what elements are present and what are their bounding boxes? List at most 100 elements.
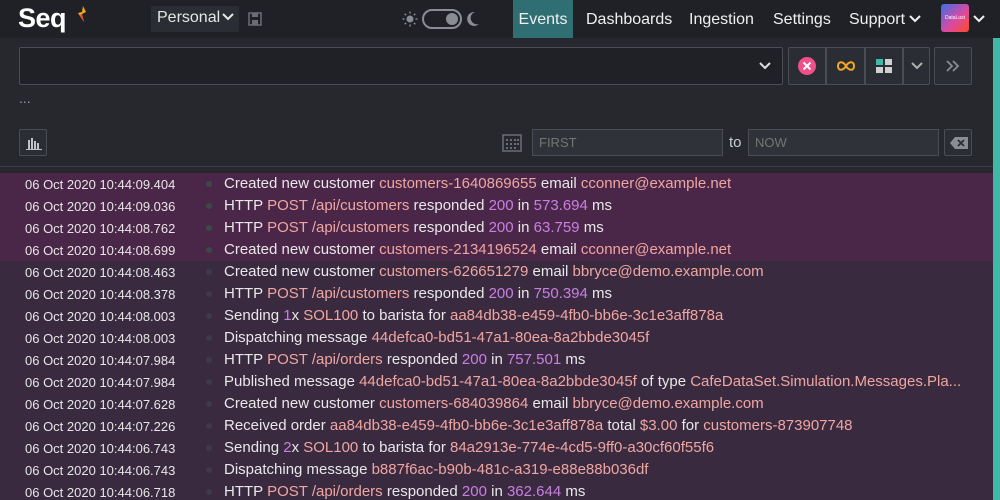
event-property[interactable]: 200 (489, 285, 514, 302)
event-property[interactable]: customers-684039864 (379, 395, 528, 412)
event-property[interactable]: /api/customers (312, 285, 410, 302)
event-property[interactable]: customers-2134196524 (379, 241, 537, 258)
event-message: HTTP POST /api/orders responded 200 in 3… (224, 483, 972, 500)
level-indicator-icon (206, 335, 212, 341)
event-property[interactable]: 200 (462, 351, 487, 368)
chevron-down-icon[interactable] (972, 12, 986, 26)
tail-button[interactable] (826, 47, 865, 85)
event-row[interactable]: 06 Oct 2020 10:44:07.984 Published messag… (0, 371, 993, 393)
toggle-knob (446, 13, 458, 25)
workspace-selector[interactable]: Personal (151, 6, 239, 32)
event-message: Published message 44defca0-bd51-47a1-80e… (224, 373, 972, 390)
histogram-button[interactable] (19, 129, 47, 156)
event-property[interactable]: 84a2913e-774e-4cd5-9ff0-a30cf60f55f6 (450, 439, 714, 456)
event-text: in (486, 483, 507, 500)
event-property[interactable]: 1 (283, 307, 291, 324)
event-property[interactable]: aa84db38-e459-4fb0-bb6e-3c1e3aff878a (450, 307, 723, 324)
filter-box[interactable] (19, 47, 783, 85)
nav-events[interactable]: Events (513, 0, 573, 38)
layout-button[interactable] (865, 47, 903, 85)
event-property[interactable]: aa84db38-e459-4fb0-bb6e-3c1e3aff878a (330, 417, 603, 434)
event-property[interactable]: /api/customers (312, 219, 410, 236)
event-property[interactable]: 200 (462, 483, 487, 500)
event-text: Dispatching message (224, 329, 372, 346)
event-property[interactable]: bbryce@demo.example.com (573, 395, 764, 412)
avatar[interactable]: DataLust (941, 4, 969, 32)
event-property[interactable]: 2 (283, 439, 291, 456)
nav-support[interactable]: Support (849, 0, 922, 38)
event-property[interactable]: 63.759 (534, 219, 580, 236)
event-text: ms (587, 285, 613, 302)
bar-chart-icon (26, 138, 42, 150)
event-property[interactable]: 200 (489, 197, 514, 214)
nav-dashboards[interactable]: Dashboards (586, 0, 672, 38)
event-row[interactable]: 06 Oct 2020 10:44:06.743 Sending 2x SOL10… (0, 437, 993, 459)
event-property[interactable]: customers-1640869655 (379, 175, 537, 192)
event-row[interactable]: 06 Oct 2020 10:44:06.743 Dispatching mess… (0, 459, 993, 481)
event-timestamp: 06 Oct 2020 10:44:08.463 (25, 265, 176, 280)
more-options[interactable]: ... (19, 90, 31, 106)
event-property[interactable]: 362.644 (507, 483, 561, 500)
event-row[interactable]: 06 Oct 2020 10:44:08.003 Sending 1x SOL10… (0, 305, 993, 327)
event-row[interactable]: 06 Oct 2020 10:44:07.628 Created new cust… (0, 393, 993, 415)
divider (0, 166, 993, 167)
event-property[interactable]: /api/orders (312, 351, 383, 368)
range-to-input[interactable] (748, 129, 939, 156)
expand-panel-button[interactable] (934, 47, 972, 85)
event-property[interactable]: 750.394 (534, 285, 588, 302)
event-property[interactable]: 573.694 (534, 197, 588, 214)
event-row[interactable]: 06 Oct 2020 10:44:08.378 HTTP POST /api/c… (0, 283, 993, 305)
event-row[interactable]: 06 Oct 2020 10:44:06.718 HTTP POST /api/o… (0, 481, 993, 500)
nav-support-label: Support (849, 11, 906, 28)
event-property[interactable]: CafeDataSet.Simulation.Messages.Pla... (690, 373, 961, 390)
event-property[interactable]: customers-626651279 (379, 263, 528, 280)
event-row[interactable]: 06 Oct 2020 10:44:09.036 HTTP POST /api/c… (0, 195, 993, 217)
scrollbar[interactable] (993, 38, 1000, 500)
event-property[interactable]: /api/customers (312, 197, 410, 214)
event-text: total (603, 417, 640, 434)
nav-ingestion[interactable]: Ingestion (689, 0, 754, 38)
event-property[interactable]: SOL100 (303, 439, 358, 456)
clear-range-button[interactable] (944, 129, 972, 156)
event-row[interactable]: 06 Oct 2020 10:44:08.699 Created new cust… (0, 239, 993, 261)
event-row[interactable]: 06 Oct 2020 10:44:08.463 Created new cust… (0, 261, 993, 283)
event-property[interactable]: 44defca0-bd51-47a1-80ea-8a2bbde3045f (372, 329, 650, 346)
event-row[interactable]: 06 Oct 2020 10:44:07.226 Received order a… (0, 415, 993, 437)
event-text: to barista for (358, 307, 450, 324)
nav-settings[interactable]: Settings (773, 0, 831, 38)
event-timestamp: 06 Oct 2020 10:44:09.404 (25, 177, 176, 192)
event-property[interactable]: POST (267, 197, 308, 214)
event-text: HTTP (224, 285, 268, 302)
event-property[interactable]: $3.00 (640, 417, 678, 434)
event-property[interactable]: customers-873907748 (703, 417, 852, 434)
event-property[interactable]: POST (267, 219, 308, 236)
range-from-input[interactable] (532, 129, 723, 156)
event-row[interactable]: 06 Oct 2020 10:44:08.003 Dispatching mess… (0, 327, 993, 349)
event-property[interactable]: POST (267, 483, 308, 500)
event-property[interactable]: 757.501 (507, 351, 561, 368)
event-property[interactable]: /api/orders (312, 483, 383, 500)
event-row[interactable]: 06 Oct 2020 10:44:07.984 HTTP POST /api/o… (0, 349, 993, 371)
event-property[interactable]: 200 (489, 219, 514, 236)
event-property[interactable]: cconner@example.net (581, 175, 731, 192)
event-row[interactable]: 06 Oct 2020 10:44:08.762 HTTP POST /api/c… (0, 217, 993, 239)
event-property[interactable]: SOL100 (303, 307, 358, 324)
chevron-down-icon[interactable] (758, 59, 772, 73)
level-indicator-icon (206, 181, 212, 187)
event-property[interactable]: 44defca0-bd51-47a1-80ea-8a2bbde3045f (359, 373, 637, 390)
event-text: HTTP (224, 197, 268, 214)
filter-input[interactable] (28, 56, 748, 76)
event-property[interactable]: POST (267, 285, 308, 302)
theme-toggle[interactable] (422, 9, 462, 29)
layout-menu-button[interactable] (903, 47, 930, 85)
event-property[interactable]: bbryce@demo.example.com (573, 263, 764, 280)
event-property[interactable]: b887f6ac-b90b-481c-a319-e88e88b036df (372, 461, 649, 478)
event-property[interactable]: cconner@example.net (581, 241, 731, 258)
save-icon[interactable] (248, 12, 262, 26)
event-property[interactable]: POST (267, 351, 308, 368)
seq-logo[interactable]: Seq (18, 3, 67, 34)
level-indicator-icon (206, 489, 212, 495)
clear-filter-button[interactable] (788, 47, 826, 85)
event-row[interactable]: 06 Oct 2020 10:44:09.404 Created new cust… (0, 173, 993, 195)
calendar-icon[interactable] (502, 133, 522, 153)
